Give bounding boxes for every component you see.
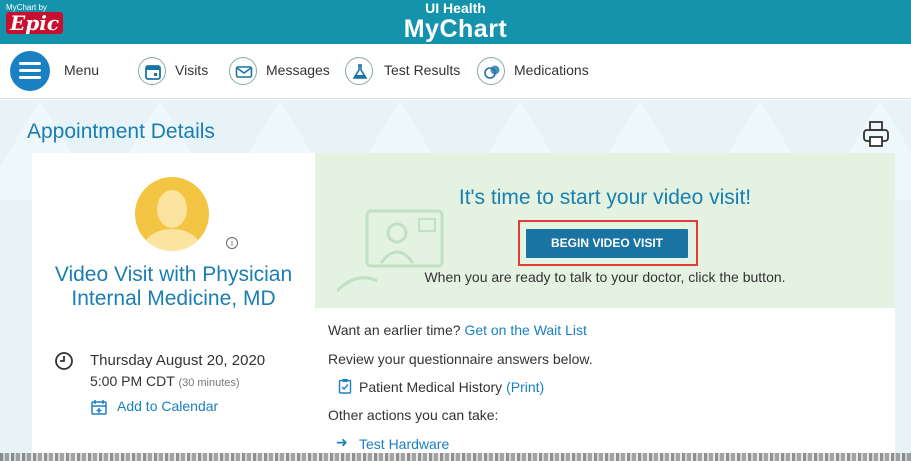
nav-visits[interactable]: Visits <box>175 62 208 78</box>
appointment-time: 5:00 PM CDT (30 minutes) <box>90 373 240 389</box>
pill-icon[interactable] <box>477 57 505 85</box>
add-calendar-icon[interactable] <box>90 398 108 421</box>
appointment-actions-panel: Want an earlier time? Get on the Wait Li… <box>315 308 895 461</box>
earlier-time-row: Want an earlier time? Get on the Wait Li… <box>328 322 587 338</box>
hamburger-line <box>19 62 41 65</box>
avatar-head <box>157 190 187 228</box>
info-icon[interactable]: i <box>226 237 238 249</box>
provider-card: i Video Visit with Physician Internal Me… <box>32 153 315 461</box>
page-title: Appointment Details <box>27 120 215 143</box>
other-actions-text: Other actions you can take: <box>328 407 499 423</box>
hamburger-line <box>19 69 41 72</box>
video-call-illustration <box>335 201 447 306</box>
bottom-artifact-strip <box>0 453 911 461</box>
menu-label[interactable]: Menu <box>64 62 99 78</box>
printer-icon[interactable] <box>862 120 890 153</box>
provider-avatar <box>135 177 209 251</box>
earlier-time-text: Want an earlier time? <box>328 322 461 338</box>
review-text: Review your questionnaire answers below. <box>328 351 593 367</box>
brand-line2: MyChart <box>403 15 508 43</box>
nav-medications[interactable]: Medications <box>514 62 589 78</box>
menu-button[interactable] <box>10 51 50 91</box>
brand-line1: UI Health <box>425 0 486 16</box>
brand-title: UI Health MyChart <box>0 1 911 43</box>
test-hardware-link[interactable]: Test Hardware <box>359 436 449 452</box>
arrow-right-icon: ➜ <box>336 434 348 450</box>
visit-title: Video Visit with Physician Internal Medi… <box>54 263 293 310</box>
video-visit-panel: It's time to start your video visit! BEG… <box>315 153 895 308</box>
nav-messages[interactable]: Messages <box>266 62 330 78</box>
calendar-icon[interactable] <box>138 57 166 85</box>
envelope-icon[interactable] <box>229 57 257 85</box>
page-background: Appointment Details i Video Visit with P… <box>0 100 911 461</box>
clock-icon <box>54 351 74 376</box>
appointment-date: Thursday August 20, 2020 <box>90 352 266 369</box>
questionnaire-row: Patient Medical History (Print) <box>359 379 544 395</box>
nav-test-results[interactable]: Test Results <box>384 62 460 78</box>
video-visit-hint: When you are ready to talk to your docto… <box>424 269 786 285</box>
hamburger-line <box>19 76 41 79</box>
wait-list-link[interactable]: Get on the Wait List <box>464 322 586 338</box>
clipboard-icon <box>338 378 352 399</box>
top-banner: MyChart by Epic UI Health MyChart <box>0 0 911 44</box>
nav-bar: Menu Visits Messages Test Results Medica… <box>0 44 911 99</box>
begin-video-visit-button[interactable]: BEGIN VIDEO VISIT <box>526 229 688 258</box>
appointment-duration: (30 minutes) <box>178 377 240 389</box>
print-questionnaire-link[interactable]: (Print) <box>506 379 544 395</box>
video-visit-heading: It's time to start your video visit! <box>458 186 752 209</box>
questionnaire-name[interactable]: Patient Medical History <box>359 379 502 395</box>
appointment-time-value: 5:00 PM CDT <box>90 373 175 389</box>
add-to-calendar-link[interactable]: Add to Calendar <box>117 398 218 414</box>
avatar-body <box>143 229 201 251</box>
flask-icon[interactable] <box>345 57 373 85</box>
